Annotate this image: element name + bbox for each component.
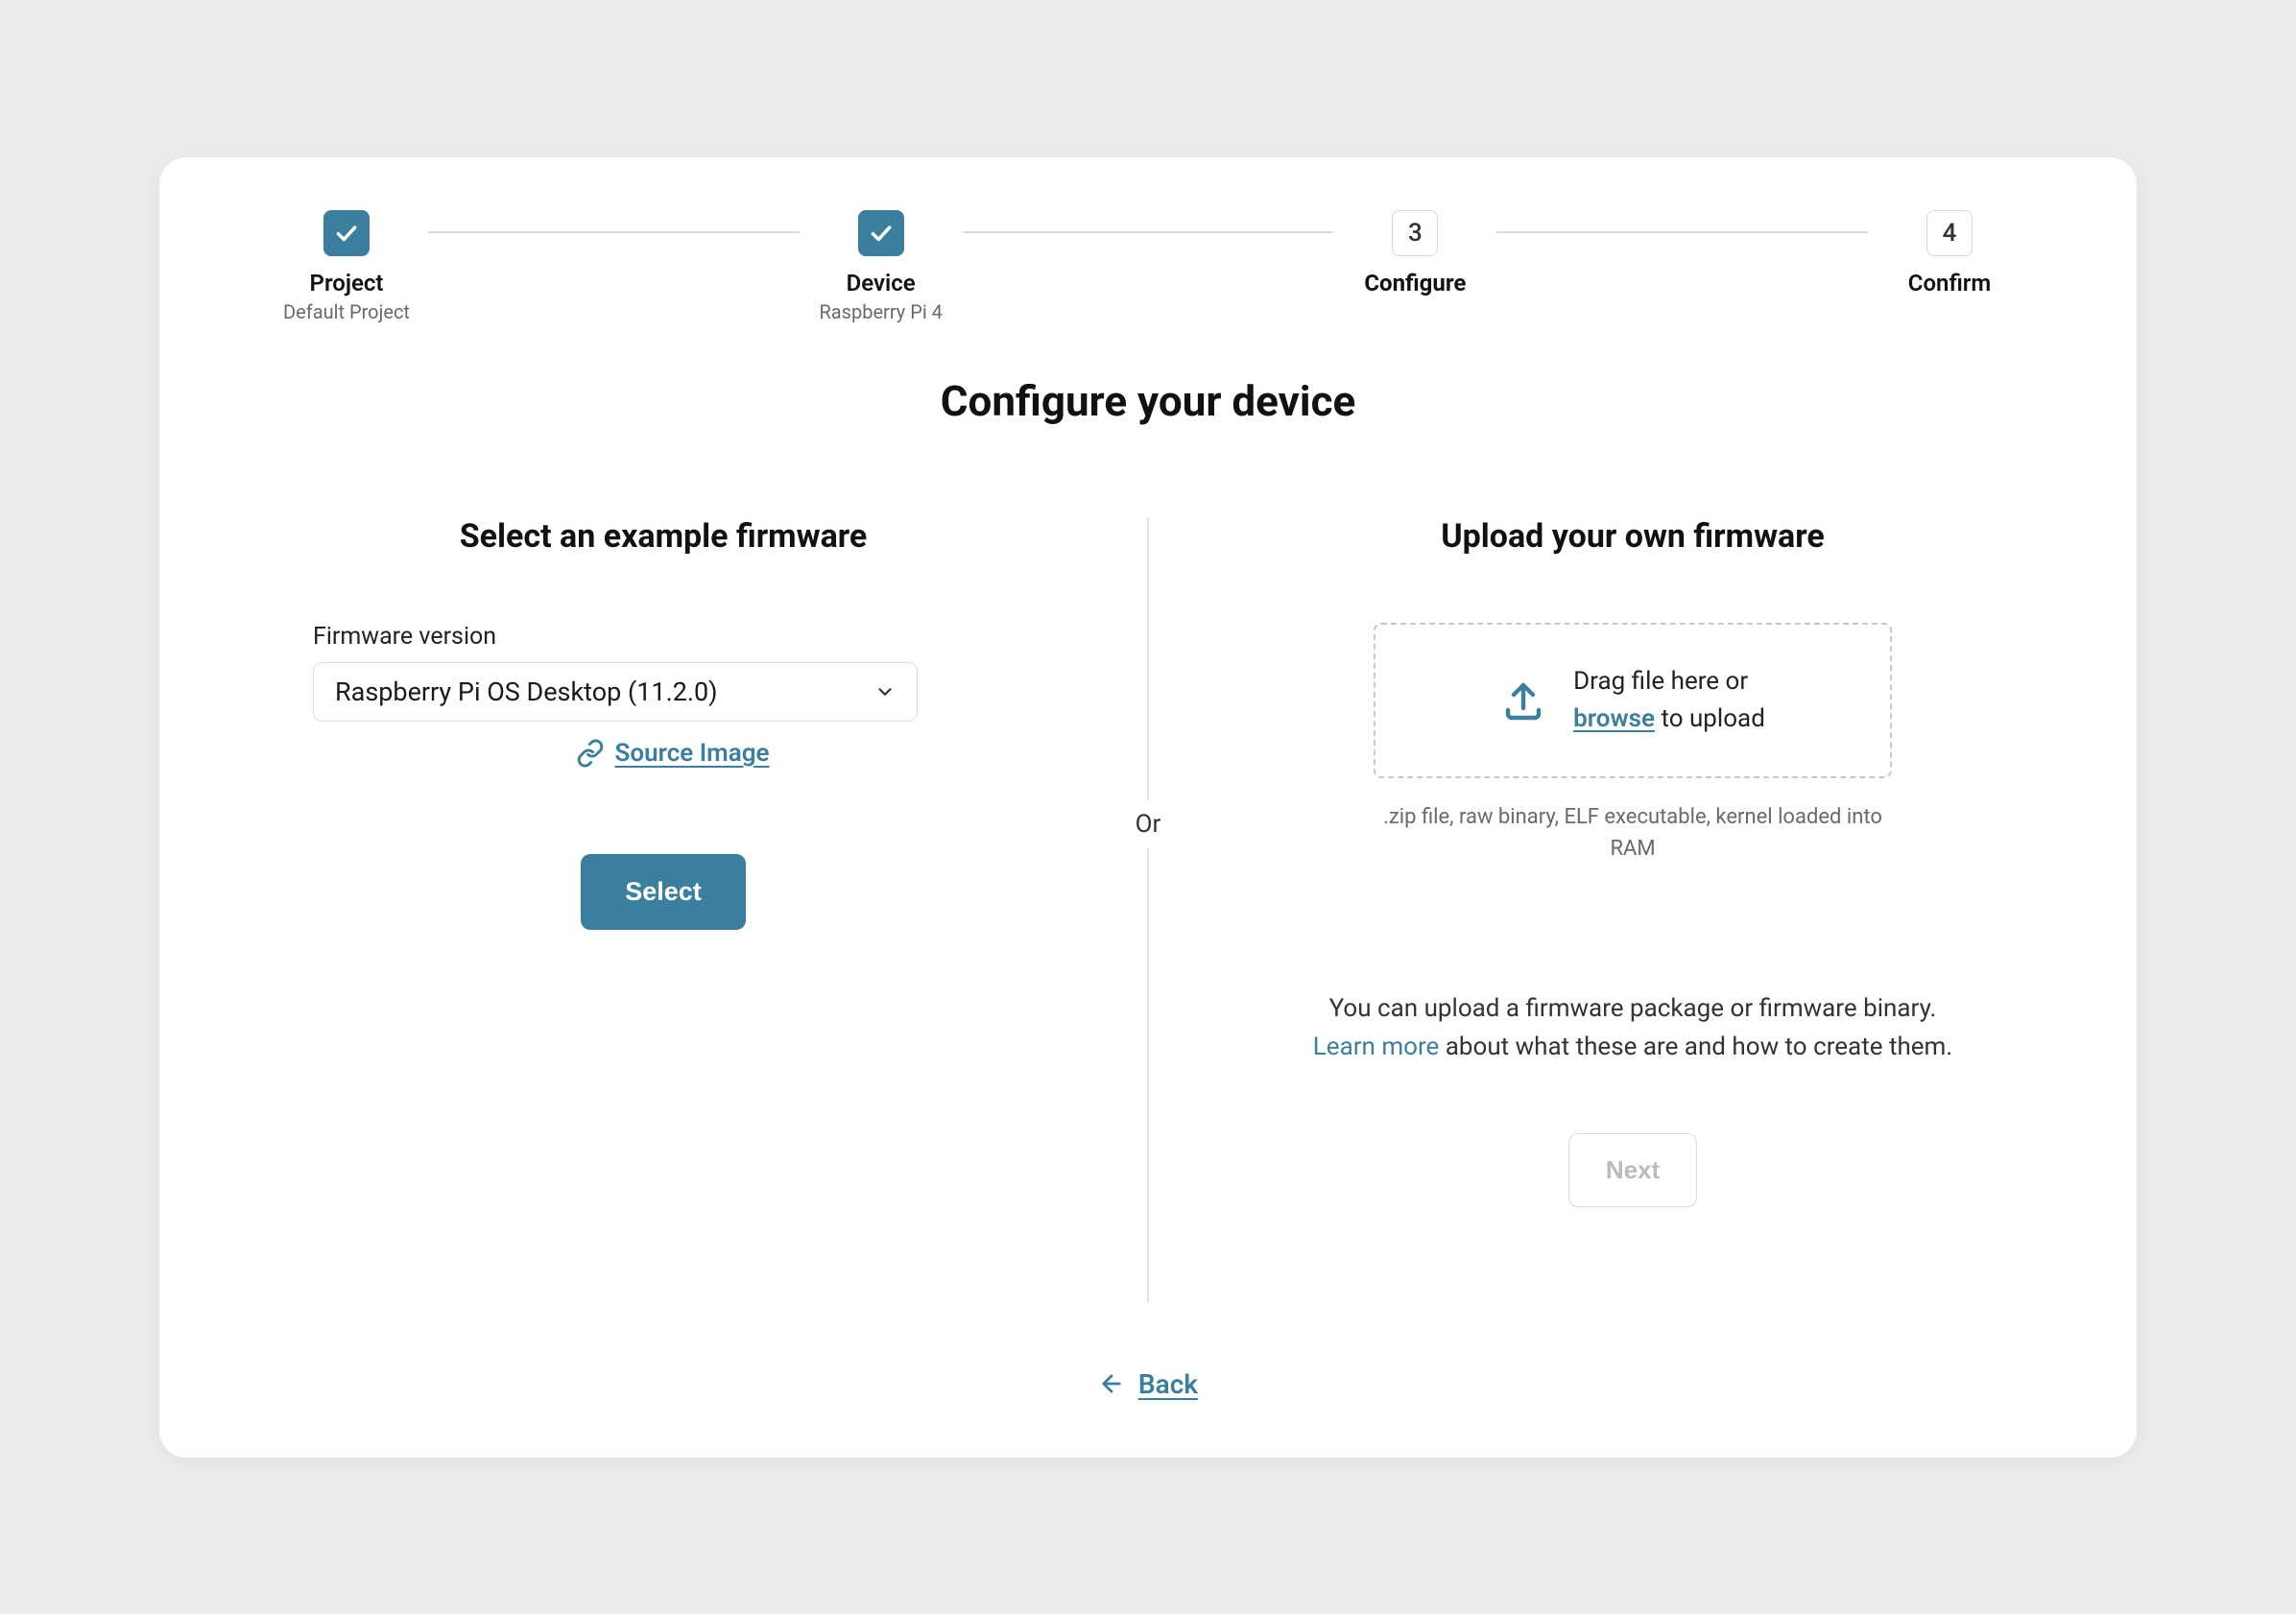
upload-desc-post: about what these are and how to create t… bbox=[1439, 1032, 1952, 1061]
step-device[interactable]: Device Raspberry Pi 4 bbox=[800, 210, 963, 323]
example-firmware-title: Select an example firmware bbox=[460, 517, 868, 556]
upload-description: You can upload a firmware package or fir… bbox=[1297, 989, 1969, 1067]
next-button[interactable]: Next bbox=[1568, 1133, 1697, 1207]
step-project[interactable]: Project Default Project bbox=[265, 210, 428, 323]
chevron-down-icon bbox=[874, 681, 896, 702]
check-icon bbox=[858, 210, 904, 256]
card: Project Default Project Device Raspberry… bbox=[159, 157, 2137, 1458]
firmware-version-field: Firmware version Raspberry Pi OS Desktop… bbox=[313, 623, 918, 722]
step-connector bbox=[428, 231, 800, 233]
step-number: 3 bbox=[1392, 210, 1438, 256]
link-icon bbox=[576, 739, 605, 768]
stepper: Project Default Project Device Raspberry… bbox=[227, 210, 2069, 323]
columns: Or Select an example firmware Firmware v… bbox=[227, 517, 2069, 1208]
firmware-version-label: Firmware version bbox=[313, 623, 918, 651]
browse-link[interactable]: browse bbox=[1573, 704, 1655, 733]
check-icon bbox=[323, 210, 370, 256]
page-title: Configure your device bbox=[227, 376, 2069, 426]
source-image-row: Source Image bbox=[371, 739, 975, 768]
step-connector bbox=[963, 231, 1334, 233]
step-label: Confirm bbox=[1908, 270, 1992, 297]
left-column: Select an example firmware Firmware vers… bbox=[294, 517, 1148, 1208]
step-number: 4 bbox=[1926, 210, 1973, 256]
step-configure[interactable]: 3 Configure bbox=[1333, 210, 1496, 297]
right-column: Upload your own firmware Drag file here … bbox=[1148, 517, 2002, 1208]
step-connector bbox=[1496, 231, 1868, 233]
step-confirm[interactable]: 4 Confirm bbox=[1868, 210, 2031, 297]
upload-firmware-title: Upload your own firmware bbox=[1441, 517, 1824, 556]
back-row: Back bbox=[159, 1368, 2137, 1400]
upload-desc-pre: You can upload a firmware package or fir… bbox=[1329, 994, 1937, 1023]
dropzone-hint: .zip file, raw binary, ELF executable, k… bbox=[1374, 801, 1892, 865]
dropzone-text: Drag file here or browse to upload bbox=[1573, 663, 1765, 738]
vertical-divider bbox=[1147, 517, 1149, 1304]
firmware-version-select[interactable]: Raspberry Pi OS Desktop (11.2.0) bbox=[313, 662, 918, 722]
arrow-left-icon bbox=[1098, 1370, 1125, 1397]
file-dropzone[interactable]: Drag file here or browse to upload bbox=[1374, 623, 1892, 778]
dropzone-line1: Drag file here or bbox=[1573, 667, 1748, 696]
step-sublabel: Raspberry Pi 4 bbox=[819, 300, 942, 323]
select-button[interactable]: Select bbox=[581, 854, 746, 930]
step-label: Project bbox=[310, 270, 384, 297]
step-label: Configure bbox=[1364, 270, 1466, 297]
dropzone-line2: to upload bbox=[1655, 704, 1765, 733]
source-image-link[interactable]: Source Image bbox=[614, 739, 769, 768]
step-label: Device bbox=[847, 270, 916, 297]
upload-icon bbox=[1500, 677, 1546, 724]
back-link[interactable]: Back bbox=[1138, 1368, 1198, 1400]
learn-more-link[interactable]: Learn more bbox=[1313, 1032, 1440, 1061]
or-divider-label: Or bbox=[1122, 800, 1175, 848]
firmware-version-value: Raspberry Pi OS Desktop (11.2.0) bbox=[335, 676, 718, 707]
step-sublabel: Default Project bbox=[283, 300, 410, 323]
